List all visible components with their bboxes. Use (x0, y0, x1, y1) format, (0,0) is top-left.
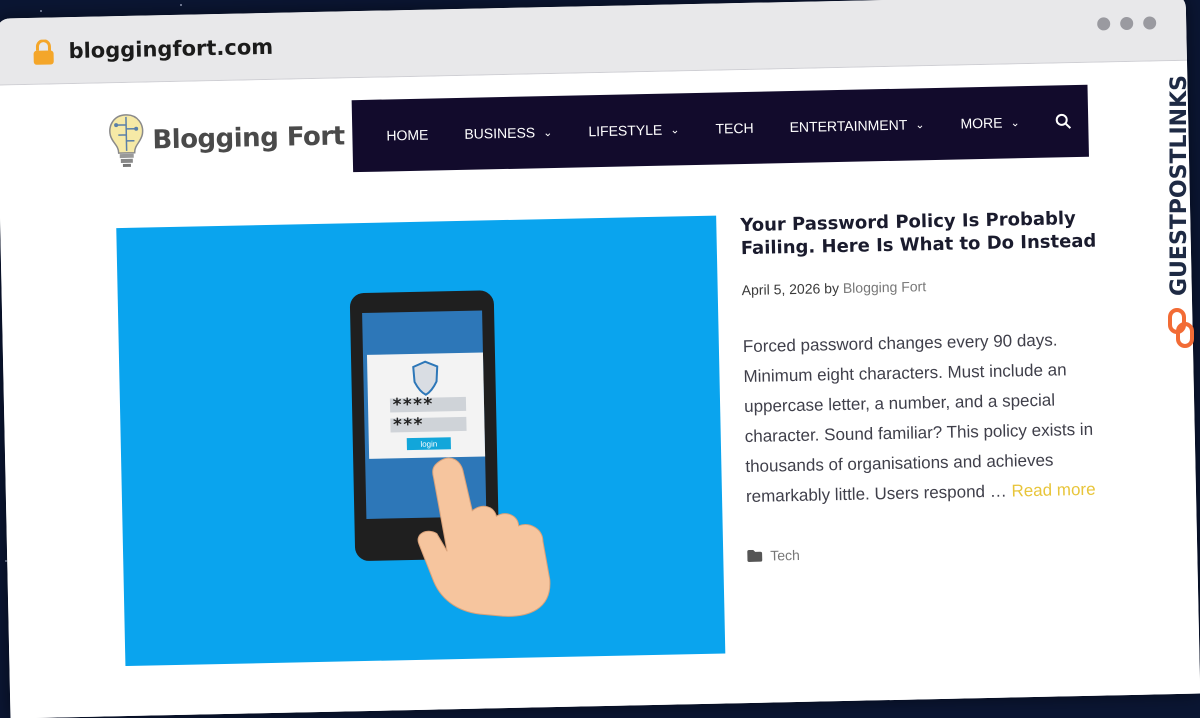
window-controls (1097, 16, 1157, 31)
post-title[interactable]: Your Password Policy Is Probably Failing… (740, 207, 1101, 261)
url-text[interactable]: bloggingfort.com (68, 35, 273, 63)
category-link[interactable]: Tech (770, 547, 800, 564)
nav-item-lifestyle[interactable]: LIFESTYLE ⌄ (570, 93, 699, 168)
lock-icon (33, 39, 54, 65)
nav-item-business[interactable]: BUSINESS ⌄ (446, 96, 572, 171)
chevron-down-icon: ⌄ (915, 118, 925, 131)
nav-item-label: TECH (715, 119, 754, 137)
nav-item-label: BUSINESS (464, 124, 536, 142)
chevron-down-icon: ⌄ (1010, 116, 1020, 129)
password-field-1: **** (392, 395, 433, 416)
post-author-link[interactable]: Blogging Fort (843, 278, 927, 296)
browser-window: bloggingfort.com Blogging Fort HOME BUSI… (0, 0, 1200, 718)
post-excerpt: Forced password changes every 90 days. M… (743, 325, 1107, 512)
read-more-link[interactable]: Read more (1011, 480, 1095, 501)
post-date[interactable]: April 5, 2026 (742, 280, 821, 298)
nav-item-entertainment[interactable]: ENTERTAINMENT ⌄ (771, 88, 943, 164)
nav-item-more[interactable]: MORE ⌄ (942, 86, 1039, 160)
link-icon (1168, 308, 1194, 348)
page-content: Blogging Fort HOME BUSINESS ⌄ LIFESTYLE … (0, 60, 1200, 718)
post-category: Tech (747, 540, 1107, 564)
login-button-label: login (420, 439, 437, 448)
password-field-2: *** (392, 415, 423, 436)
main-navigation: HOME BUSINESS ⌄ LIFESTYLE ⌄ TECH ENTERTA… (351, 84, 1090, 173)
post-excerpt-text: Forced password changes every 90 days. M… (742, 330, 1094, 507)
nav-item-label: MORE (960, 114, 1003, 132)
window-dot[interactable] (1120, 16, 1134, 31)
nav-item-label: LIFESTYLE (588, 121, 663, 140)
post-featured-image[interactable]: **** *** login (116, 215, 726, 667)
lightbulb-logo-icon (109, 114, 144, 168)
nav-item-label: ENTERTAINMENT (789, 116, 908, 136)
phone-login-illustration: **** *** login (349, 290, 551, 617)
nav-item-label: HOME (386, 126, 429, 144)
logo-text: Blogging Fort (152, 121, 345, 156)
chevron-down-icon: ⌄ (543, 126, 553, 139)
window-dot[interactable] (1097, 17, 1111, 31)
folder-icon (747, 549, 763, 562)
search-icon (1056, 113, 1072, 129)
watermark-text: GUESTPOSTLINKS (1167, 75, 1192, 296)
post-entry: Your Password Policy Is Probably Failing… (740, 207, 1107, 564)
search-button[interactable] (1037, 85, 1090, 158)
post-by: by (824, 280, 840, 297)
site-logo[interactable]: Blogging Fort (106, 106, 345, 171)
chevron-down-icon: ⌄ (670, 123, 680, 137)
window-dot[interactable] (1143, 16, 1157, 30)
post-meta: April 5, 2026 by Blogging Fort (742, 275, 1102, 298)
guestpostlinks-watermark: GUESTPOSTLINKS (1167, 75, 1194, 348)
nav-item-tech[interactable]: TECH (697, 91, 773, 165)
nav-item-home[interactable]: HOME (368, 98, 447, 172)
